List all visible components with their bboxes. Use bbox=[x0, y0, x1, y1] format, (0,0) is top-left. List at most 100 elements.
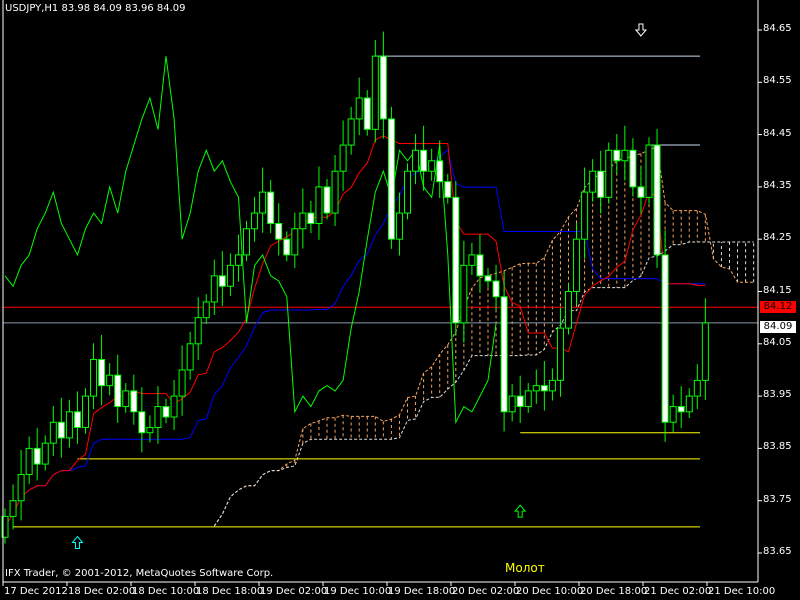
time-tick-label: 18 Dec 02:00 bbox=[68, 586, 136, 597]
bullish-candle bbox=[170, 395, 178, 418]
time-tick-label: 21 Dec 02:00 bbox=[644, 586, 712, 597]
bearish-candle bbox=[130, 390, 138, 413]
bullish-candle bbox=[589, 170, 597, 193]
bearish-candle bbox=[283, 238, 291, 256]
copyright-text: IFX Trader, © 2001-2012, MetaQuotes Soft… bbox=[5, 568, 274, 579]
price-tick-label: 84.35 bbox=[763, 179, 792, 191]
bearish-candle bbox=[57, 421, 65, 439]
bullish-candle bbox=[339, 144, 347, 172]
price-chart[interactable] bbox=[0, 0, 800, 600]
chikou-span-line bbox=[4, 56, 497, 425]
arrow-down-icon bbox=[634, 23, 648, 37]
bearish-candle bbox=[476, 254, 484, 277]
bearish-candle bbox=[379, 55, 387, 120]
bullish-candle bbox=[154, 406, 162, 428]
bearish-candle bbox=[484, 275, 492, 282]
pattern-label: Молот bbox=[505, 561, 545, 575]
bullish-candle bbox=[210, 275, 218, 303]
time-tick-label: 18 Dec 18:00 bbox=[196, 586, 264, 597]
bullish-candle bbox=[621, 149, 629, 162]
bearish-candle bbox=[629, 149, 637, 188]
bullish-candle bbox=[194, 317, 202, 345]
price-tick-label: 83.95 bbox=[763, 389, 792, 401]
bullish-candle bbox=[404, 170, 411, 214]
time-tick-label: 21 Dec 10:00 bbox=[708, 586, 776, 597]
bearish-candle bbox=[218, 275, 226, 287]
bullish-candle bbox=[355, 97, 363, 120]
bullish-candle bbox=[669, 406, 677, 423]
bullish-candle bbox=[106, 374, 114, 387]
bearish-candle bbox=[363, 97, 371, 130]
bearish-candle bbox=[33, 447, 41, 465]
bullish-candle bbox=[573, 238, 581, 292]
senkou-span-a-line bbox=[213, 145, 754, 527]
time-tick-label: 19 Dec 18:00 bbox=[388, 586, 456, 597]
bearish-candle bbox=[138, 411, 146, 434]
bullish-candle bbox=[508, 395, 516, 413]
bearish-candle bbox=[98, 358, 106, 387]
bullish-candle bbox=[17, 474, 25, 502]
price-tick-label: 83.65 bbox=[763, 546, 792, 557]
bullish-candle bbox=[605, 149, 613, 198]
bullish-candle bbox=[25, 447, 33, 476]
bearish-candle bbox=[267, 191, 275, 225]
time-tick-label: 19 Dec 10:00 bbox=[324, 586, 392, 597]
bullish-candle bbox=[685, 395, 693, 413]
bullish-candle bbox=[226, 264, 234, 287]
bullish-candle bbox=[186, 343, 194, 371]
bullish-candle bbox=[178, 369, 186, 397]
bearish-candle bbox=[661, 254, 669, 423]
bearish-candle bbox=[323, 186, 331, 214]
price-tick-label: 83.75 bbox=[763, 493, 792, 505]
bearish-candle bbox=[275, 223, 283, 240]
time-tick-label: 20 Dec 18:00 bbox=[580, 586, 648, 597]
bearish-candle bbox=[444, 181, 452, 198]
bearish-candle bbox=[387, 118, 395, 240]
senkou-span-b-line bbox=[213, 241, 754, 527]
bearish-candle bbox=[114, 374, 122, 408]
bullish-candle bbox=[291, 228, 299, 256]
arrow-up-icon bbox=[514, 504, 527, 518]
bullish-candle bbox=[65, 411, 73, 439]
bearish-candle bbox=[613, 149, 621, 162]
bearish-candle bbox=[637, 186, 645, 198]
bearish-candle bbox=[452, 196, 460, 324]
bullish-candle bbox=[428, 160, 436, 172]
bullish-candle bbox=[524, 390, 532, 408]
bullish-candle bbox=[565, 291, 572, 329]
bullish-candle bbox=[412, 149, 420, 172]
bullish-candle bbox=[645, 144, 653, 198]
bullish-candle bbox=[556, 327, 564, 381]
price-tick-label: 84.65 bbox=[763, 23, 792, 34]
bearish-candle bbox=[492, 280, 500, 298]
arrow-up-icon bbox=[71, 535, 84, 550]
time-tick-label: 17 Dec 2012 bbox=[4, 586, 68, 597]
bullish-candle bbox=[548, 379, 556, 392]
bullish-candle bbox=[331, 170, 339, 214]
bearish-candle bbox=[436, 160, 444, 183]
bullish-candle bbox=[146, 426, 154, 434]
bullish-candle bbox=[202, 301, 210, 319]
price-tick-label: 83.85 bbox=[763, 441, 792, 453]
chart-window[interactable]: USDJPY,H1 83.98 84.09 83.96 84.09 IFX Tr… bbox=[0, 0, 800, 600]
bullish-candle bbox=[9, 500, 17, 517]
price-tick-label: 84.45 bbox=[763, 127, 792, 139]
chart-title: USDJPY,H1 83.98 84.09 83.96 84.09 bbox=[5, 3, 186, 14]
time-tick-label: 20 Dec 02:00 bbox=[452, 586, 520, 597]
bearish-candle bbox=[677, 406, 685, 413]
bullish-candle bbox=[299, 212, 307, 230]
bullish-candle bbox=[460, 264, 468, 324]
bullish-candle bbox=[122, 390, 130, 408]
price-tick-label: 84.05 bbox=[763, 336, 792, 348]
bullish-candle bbox=[90, 358, 98, 397]
bullish-candle bbox=[234, 254, 242, 266]
bullish-candle bbox=[243, 228, 250, 256]
bullish-candle bbox=[49, 421, 57, 444]
bearish-candle bbox=[597, 170, 605, 198]
last-price-tag: 84.09 bbox=[760, 320, 796, 333]
bearish-candle bbox=[307, 212, 315, 225]
price-tick-label: 84.55 bbox=[763, 75, 792, 87]
bullish-candle bbox=[581, 191, 589, 240]
bullish-candle bbox=[251, 212, 259, 230]
bullish-candle bbox=[371, 55, 379, 130]
